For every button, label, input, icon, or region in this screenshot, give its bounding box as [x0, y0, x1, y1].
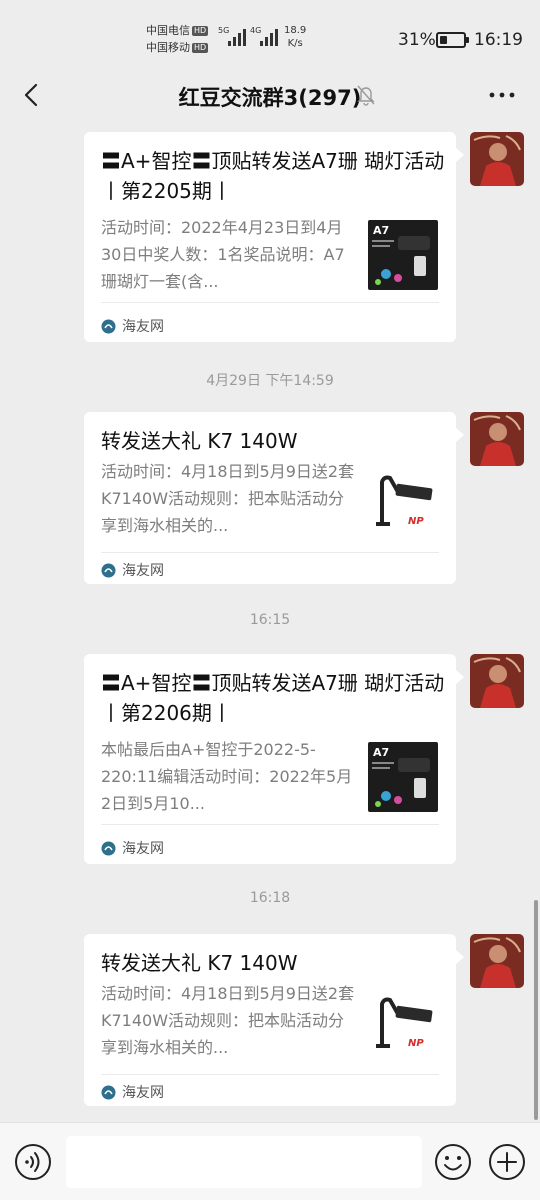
thumb-brand-label: NP	[408, 1038, 424, 1049]
card-thumbnail: A7	[368, 220, 438, 290]
card-divider	[101, 824, 439, 825]
card-source-name: 海友网	[122, 841, 164, 857]
link-card[interactable]: 转发送大礼 K7 140W 活动时间：4月18日到5月9日送2套K7140W活动…	[84, 412, 464, 584]
message-timestamp: 16:18	[249, 890, 291, 906]
card-thumbnail: A7	[368, 742, 438, 812]
input-bar	[0, 1122, 540, 1200]
card-title: 〓A+智控〓顶贴转发送A7珊 瑚灯活动丨第2206期丨	[101, 671, 445, 725]
card-source-name: 海友网	[122, 1085, 164, 1101]
thumb-brand-label: NP	[408, 516, 424, 527]
thumb-brand-label: A7	[373, 746, 389, 759]
card-source: 海友网	[101, 560, 164, 580]
card-description: 活动时间：4月18日到5月9日送2套K7140W活动规则：把本贴活动分享到海水相…	[101, 462, 355, 535]
battery-icon	[436, 32, 469, 48]
card-source: 海友网	[101, 838, 164, 858]
status-time: 16:19	[474, 30, 523, 50]
emoji-icon[interactable]	[434, 1143, 472, 1181]
network-speed: 18.9 K/s	[284, 24, 306, 50]
card-source-name: 海友网	[122, 563, 164, 579]
avatar-image	[470, 412, 524, 466]
network-speed-unit: K/s	[287, 38, 303, 49]
card-divider	[101, 302, 439, 303]
thumb-brand-label: A7	[373, 224, 389, 237]
haiyou-logo-icon	[101, 1085, 116, 1099]
status-bar: 中国电信 HD 中国移动 HD 5G 4G 18.9 K/s 31% 16:19	[0, 0, 540, 80]
card-divider	[101, 552, 439, 553]
scrollbar[interactable]	[534, 900, 538, 1120]
link-card[interactable]: 〓A+智控〓顶贴转发送A7珊 瑚灯活动丨第2205期丨 活动时间：2022年4月…	[84, 132, 464, 342]
carrier-info: 中国电信 HD 中国移动 HD	[146, 22, 209, 56]
avatar-image	[470, 934, 524, 988]
card-description: 活动时间：4月18日到5月9日送2套K7140W活动规则：把本贴活动分享到海水相…	[101, 984, 355, 1057]
card-divider	[101, 1074, 439, 1075]
card-description: 活动时间：2022年4月23日到4月30日中奖人数：1名奖品说明：A7珊瑚灯一套…	[101, 218, 345, 291]
more-dots-icon[interactable]	[486, 84, 518, 106]
card-source: 海友网	[101, 316, 164, 336]
card-source-name: 海友网	[122, 319, 164, 335]
avatar-image	[470, 654, 524, 708]
message-timestamp: 16:15	[249, 612, 291, 628]
card-title: 〓A+智控〓顶贴转发送A7珊 瑚灯活动丨第2205期丨	[101, 149, 445, 203]
link-card[interactable]: 转发送大礼 K7 140W 活动时间：4月18日到5月9日送2套K7140W活动…	[84, 934, 464, 1106]
card-thumbnail: NP	[368, 988, 438, 1058]
avatar[interactable]	[470, 934, 524, 988]
voice-icon[interactable]	[14, 1143, 52, 1181]
card-thumbnail: NP	[368, 466, 438, 536]
plus-icon[interactable]	[488, 1143, 526, 1181]
avatar[interactable]	[470, 132, 524, 186]
message-input[interactable]	[66, 1136, 422, 1188]
link-card[interactable]: 〓A+智控〓顶贴转发送A7珊 瑚灯活动丨第2206期丨 本帖最后由A+智控于20…	[84, 654, 464, 864]
battery-percent: 31%	[398, 30, 436, 50]
haiyou-logo-icon	[101, 319, 116, 333]
signal-bars-1-icon	[228, 28, 246, 46]
haiyou-logo-icon	[101, 563, 116, 577]
avatar[interactable]	[470, 654, 524, 708]
chat-title: 红豆交流群3(297)	[178, 86, 362, 110]
message-timestamp: 4月29日 下午14:59	[206, 373, 334, 389]
bell-muted-icon	[357, 85, 375, 106]
k7-lamp-thumbnail: NP	[368, 466, 438, 536]
haiyou-logo-icon	[101, 841, 116, 855]
carrier-2: 中国移动	[146, 41, 190, 54]
k7-lamp-thumbnail: NP	[368, 988, 438, 1058]
avatar-image	[470, 132, 524, 186]
message-list[interactable]: 〓A+智控〓顶贴转发送A7珊 瑚灯活动丨第2205期丨 活动时间：2022年4月…	[0, 120, 540, 1122]
carrier-1: 中国电信	[146, 24, 190, 37]
hd-badge: HD	[192, 26, 209, 36]
a7-lamp-thumbnail: A7	[368, 742, 438, 812]
card-source: 海友网	[101, 1082, 164, 1102]
signal-bars-2-icon	[260, 28, 278, 46]
card-description: 本帖最后由A+智控于2022-5-220:11编辑活动时间：2022年5月2日到…	[101, 740, 353, 813]
card-title: 转发送大礼 K7 140W	[101, 951, 298, 975]
network-speed-value: 18.9	[284, 25, 307, 36]
card-title: 转发送大礼 K7 140W	[101, 429, 298, 453]
chat-header: 红豆交流群3(297)	[0, 72, 540, 120]
hd-badge: HD	[192, 43, 209, 53]
avatar[interactable]	[470, 412, 524, 466]
a7-lamp-thumbnail: A7	[368, 220, 438, 290]
